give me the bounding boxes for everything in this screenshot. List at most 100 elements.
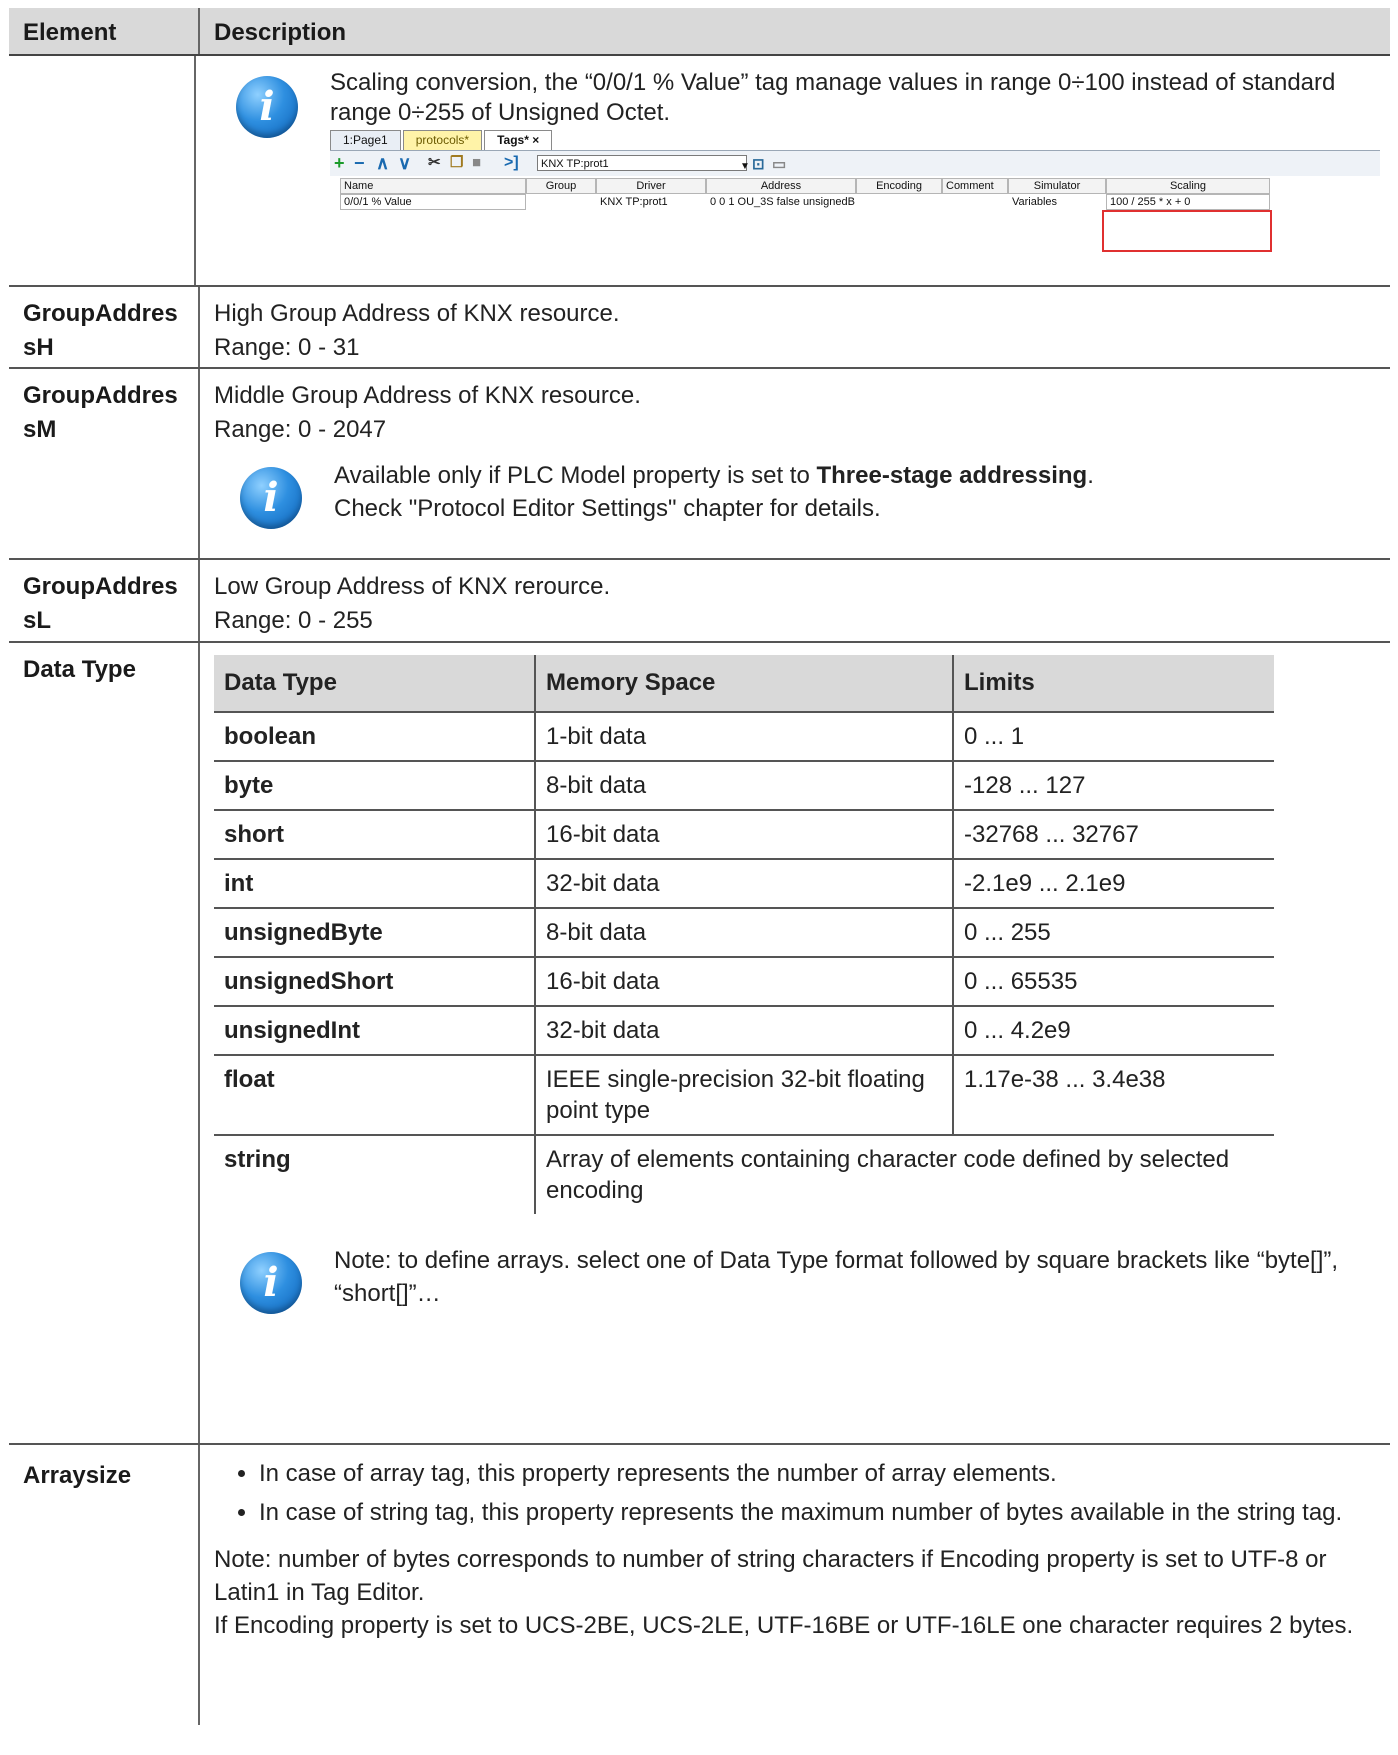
cell-data-type: boolean [214, 712, 536, 762]
cell-data-type: unsignedShort [214, 957, 536, 1007]
cell-limits: 0 ... 255 [953, 908, 1274, 958]
cell-memory-space: 32-bit data [535, 859, 954, 909]
row-range: Range: 0 - 2047 [214, 416, 387, 443]
editor-toolbar: + − ∧ ∨ ✂ ❐ ■ >] KNX TP:prot1 ▼ ⊡ ▭ [330, 150, 1380, 178]
row-name: GroupAddressM [9, 369, 200, 558]
col-limits: Limits [953, 655, 1274, 713]
grid-col-comment[interactable]: Comment [942, 178, 1008, 194]
chevron-down-icon[interactable]: ▼ [740, 158, 750, 176]
grid-cell-scaling[interactable]: 100 / 255 * x + 0 [1106, 194, 1270, 210]
col-data-type: Data Type [214, 655, 536, 713]
data-type-body: boolean 1-bit data 0 ... 1 byte 8-bit data -1… [214, 712, 1274, 1214]
paste-icon[interactable]: ■ [472, 154, 481, 172]
cell-limits: 1.17e-38 ... 3.4e38 [953, 1055, 1274, 1136]
arraysize-note1: Note: number of bytes corresponds to num… [214, 1546, 1327, 1606]
protocol-combo[interactable]: KNX TP:prot1 [537, 155, 747, 171]
editor-tabs: 1:Page1 protocols* Tags* × [330, 130, 554, 150]
table-header: Element Description [9, 8, 1390, 56]
tag-grid: Name Group Driver Address Encoding Comme… [330, 176, 1380, 252]
table-row: int 32-bit data -2.1e9 ... 2.1e9 [214, 859, 1274, 909]
grid-col-driver[interactable]: Driver [596, 178, 706, 194]
table-row: unsignedByte 8-bit data 0 ... 255 [214, 908, 1274, 958]
table-row-datatype: Data Type Data Type Memory Space Limits … [9, 643, 1390, 1445]
grid-cell-address[interactable]: 0 0 1 OU_3S false unsignedB [706, 194, 856, 210]
table-row: byte 8-bit data -128 ... 127 [214, 761, 1274, 811]
info-icon: i [240, 1252, 302, 1314]
grid-cell-encoding[interactable] [856, 194, 942, 210]
tab-page1[interactable]: 1:Page1 [330, 130, 401, 150]
table-row: boolean 1-bit data 0 ... 1 [214, 712, 1274, 762]
move-down-icon[interactable]: ∨ [398, 154, 411, 172]
table-row[interactable]: 0/0/1 % Value KNX TP:prot1 0 0 1 OU_3S f… [340, 194, 1270, 210]
table-row-scaling: i Scaling conversion, the “0/0/1 % Value… [9, 56, 1390, 287]
tab-protocols[interactable]: protocols* [402, 130, 483, 150]
note-bold: Three-stage addressing [816, 462, 1088, 489]
add-icon[interactable]: + [334, 154, 345, 172]
row-name-empty [9, 56, 196, 285]
scaling-note: i Scaling conversion, the “0/0/1 % Value… [210, 68, 1380, 252]
arraysize-bullets: In case of array tag, this property repr… [214, 1457, 1380, 1529]
cell-limits: 0 ... 65535 [953, 957, 1274, 1007]
grid-cell-name[interactable]: 0/0/1 % Value [340, 194, 526, 210]
cell-data-type: unsignedByte [214, 908, 536, 958]
move-up-icon[interactable]: ∧ [376, 154, 389, 172]
grid-cell-group[interactable] [526, 194, 596, 210]
close-icon[interactable]: × [532, 133, 539, 147]
col-memory-space: Memory Space [535, 655, 954, 713]
cell-data-type: unsignedInt [214, 1006, 536, 1056]
grid-cell-comment[interactable] [942, 194, 1008, 210]
row-range: Range: 0 - 31 [214, 334, 360, 361]
cell-memory-space: 8-bit data [535, 908, 954, 958]
list-item: In case of string tag, this property rep… [259, 1496, 1380, 1529]
row-name: GroupAddressH [9, 287, 200, 367]
grid-col-simulator[interactable]: Simulator [1008, 178, 1106, 194]
grid-col-scaling[interactable]: Scaling [1106, 178, 1270, 194]
info-icon: i [236, 76, 298, 138]
arraysize-note2: If Encoding property is set to UCS-2BE, … [214, 1612, 1354, 1639]
cell-limits: -32768 ... 32767 [953, 810, 1274, 860]
header-element: Element [9, 8, 200, 54]
tab-tags[interactable]: Tags* × [484, 130, 553, 150]
cell-memory-space: 8-bit data [535, 761, 954, 811]
table-row-arraysize: Arraysize In case of array tag, this pro… [9, 1445, 1390, 1725]
header-description: Description [214, 19, 347, 46]
cell-data-type: byte [214, 761, 536, 811]
scaling-text: Scaling conversion, the “0/0/1 % Value” … [330, 69, 1336, 126]
cell-limits: -128 ... 127 [953, 761, 1274, 811]
cell-limits: 0 ... 4.2e9 [953, 1006, 1274, 1056]
table-row-groupaddressh: GroupAddressH High Group Address of KNX … [9, 287, 1390, 369]
cell-memory-space: 32-bit data [535, 1006, 954, 1056]
cell-data-type: float [214, 1055, 536, 1136]
table-row: unsignedShort 16-bit data 0 ... 65535 [214, 957, 1274, 1007]
remove-icon[interactable]: − [354, 154, 365, 172]
cut-icon[interactable]: ✂ [428, 154, 441, 172]
cell-data-type: int [214, 859, 536, 909]
cell-memory-space: Array of elements containing character c… [546, 1146, 1230, 1204]
grid-col-encoding[interactable]: Encoding [856, 178, 942, 194]
grid-cell-simulator[interactable]: Variables [1008, 194, 1106, 210]
table-row: Data Type Memory Space Limits [214, 655, 1274, 713]
grid-cell-driver[interactable]: KNX TP:prot1 [596, 194, 706, 210]
scaling-highlight [1102, 210, 1272, 252]
row-description: High Group Address of KNX resource. [214, 300, 620, 327]
table-row: unsignedInt 32-bit data 0 ... 4.2e9 [214, 1006, 1274, 1056]
row-name: GroupAddressL [9, 560, 200, 641]
table-row-groupaddressl: GroupAddressL Low Group Address of KNX r… [9, 560, 1390, 643]
grid-icon[interactable]: ▭ [772, 156, 786, 174]
filter-icon[interactable]: ⊡ [752, 156, 765, 174]
property-table: Element Description i Scaling conversion… [9, 8, 1390, 1725]
row-range: Range: 0 - 255 [214, 607, 373, 634]
grid-col-group[interactable]: Group [526, 178, 596, 194]
row-description: Low Group Address of KNX rerource. [214, 573, 611, 600]
copy-icon[interactable]: ❐ [450, 154, 463, 172]
row-description: Middle Group Address of KNX resource. [214, 382, 641, 409]
table-row: short 16-bit data -32768 ... 32767 [214, 810, 1274, 860]
grid-col-name[interactable]: Name [340, 178, 526, 194]
cell-memory-space: 16-bit data [535, 957, 954, 1007]
table-row-groupaddressm: GroupAddressM Middle Group Address of KN… [9, 369, 1390, 560]
grid-header-row: Name Group Driver Address Encoding Comme… [340, 178, 1270, 194]
import-icon[interactable]: >] [504, 154, 519, 172]
cell-data-type: string [214, 1135, 536, 1214]
grid-col-address[interactable]: Address [706, 178, 856, 194]
row-name: Data Type [9, 643, 200, 1443]
